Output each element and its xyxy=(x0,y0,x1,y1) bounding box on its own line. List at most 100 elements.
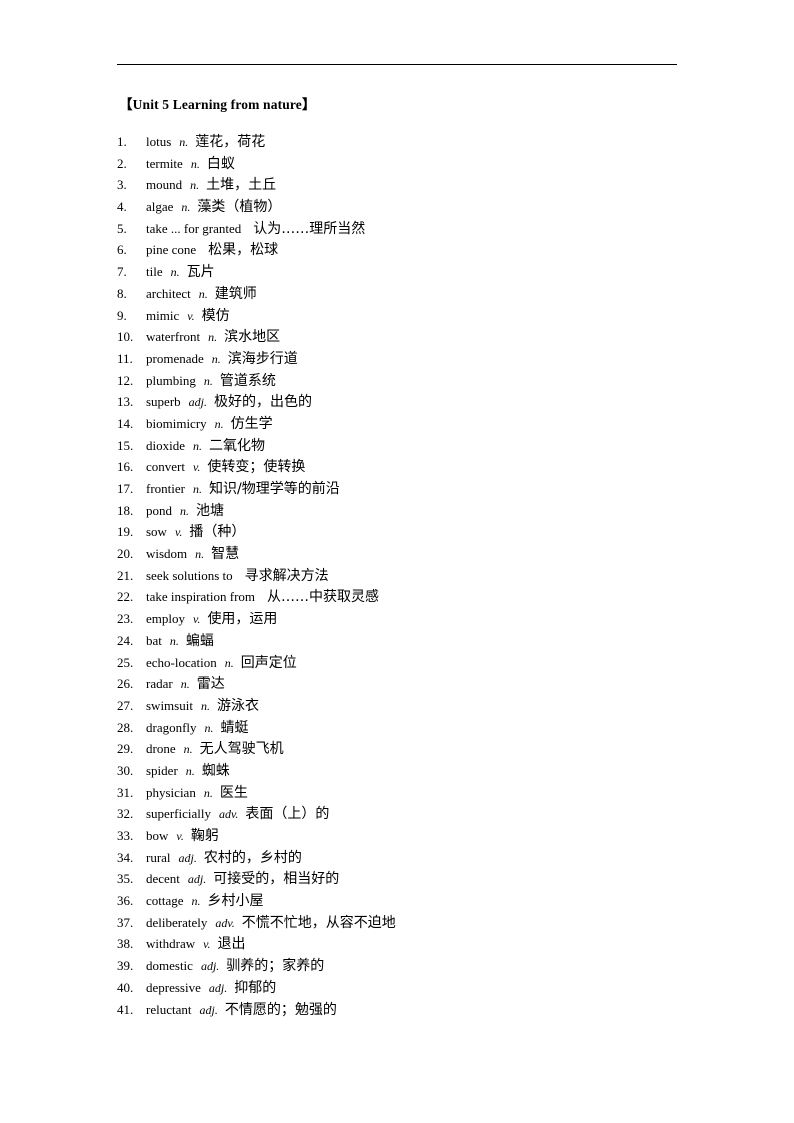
vocab-entry-part-of-speech: v. xyxy=(176,829,184,843)
vocab-entry-definition: 滨水地区 xyxy=(224,329,281,346)
vocab-entry-word: superb xyxy=(146,394,181,410)
vocab-entry-word: mound xyxy=(146,177,183,193)
vocab-entry: 28. dragonfly n. 蜻蜓 xyxy=(117,717,717,739)
vocab-entry: 22. take inspiration from 从……中获取灵感 xyxy=(117,586,717,608)
vocab-entry-number: 17. xyxy=(117,481,134,496)
vocab-entry-number: 19. xyxy=(117,524,134,540)
vocab-entry-part-of-speech: n. xyxy=(181,200,191,215)
vocab-entry: 5. take ... for granted 认为……理所当然 xyxy=(117,218,717,240)
vocab-entry-definition: 使转变；使转换 xyxy=(207,459,306,476)
vocabulary-list: 1. lotus n. 莲花，荷花 2. termite n. 白蚁 3. mound n. 土堆，土… xyxy=(117,131,717,1020)
vocab-entry-word: dioxide xyxy=(146,437,185,453)
vocab-entry-part-of-speech: adj. xyxy=(199,1002,218,1017)
vocab-entry-part-of-speech: v. xyxy=(187,308,195,323)
vocab-entry: 38. withdraw v. 退出 xyxy=(117,933,717,955)
vocab-entry-word: promenade xyxy=(146,350,204,366)
vocab-entry-number: 15. xyxy=(117,437,134,453)
vocab-entry-definition: 土堆，土丘 xyxy=(206,177,277,194)
vocab-entry-part-of-speech: adj. xyxy=(188,395,208,410)
vocab-entry-definition: 松果，松球 xyxy=(208,242,279,259)
vocab-entry: 31. physician n. 医生 xyxy=(117,782,717,804)
vocab-entry-number: 40. xyxy=(117,979,134,995)
vocab-entry-word: wisdom xyxy=(146,546,188,562)
vocab-entry-word: superficially xyxy=(146,806,211,822)
vocab-entry-part-of-speech: v. xyxy=(193,612,201,627)
vocab-entry-definition: 不情愿的；勉强的 xyxy=(224,1001,337,1018)
vocab-entry: 39. domestic adj. 驯养的；家养的 xyxy=(117,955,717,977)
vocab-entry: 19. sow v. 播（种） xyxy=(117,521,717,543)
vocab-entry-part-of-speech: n. xyxy=(208,330,218,345)
vocab-entry: 15. dioxide n. 二氧化物 xyxy=(117,435,717,457)
vocab-entry: 10. waterfront n. 滨水地区 xyxy=(117,326,717,348)
vocab-entry-part-of-speech: adv. xyxy=(215,915,235,930)
vocab-entry-word: deliberately xyxy=(146,914,208,930)
unit-title: 【Unit 5 Learning from nature】 xyxy=(119,97,316,112)
vocab-entry-number: 31. xyxy=(117,784,134,800)
vocab-entry-part-of-speech: v. xyxy=(203,937,211,952)
vocab-entry-definition: 游泳衣 xyxy=(216,697,259,714)
vocab-entry-number: 23. xyxy=(117,611,134,627)
vocab-entry-definition: 瓦片 xyxy=(186,264,215,281)
vocab-entry-number: 32. xyxy=(117,806,134,822)
vocab-entry-word: pine cone xyxy=(146,242,197,258)
vocab-entry-word: tile xyxy=(146,264,163,280)
vocab-entry-part-of-speech: n. xyxy=(169,633,179,648)
document-page: 【Unit 5 Learning from nature】 1. lotus n. 莲… xyxy=(0,0,794,1123)
vocab-entry-number: 14. xyxy=(117,415,134,431)
vocab-entry: 35. decent adj. 可接受的，相当好的 xyxy=(117,868,717,890)
vocab-entry-part-of-speech: n. xyxy=(185,763,195,778)
vocab-entry-part-of-speech: adj. xyxy=(208,980,228,995)
vocab-entry-part-of-speech: v. xyxy=(192,460,201,475)
vocab-entry-definition: 二氧化物 xyxy=(209,437,265,454)
vocab-entry: 13. superb adj. 极好的，出色的 xyxy=(117,391,717,413)
vocab-entry-word: depressive xyxy=(146,979,201,995)
vocab-entry: 16. convert v. 使转变；使转换 xyxy=(117,456,717,478)
vocab-entry-definition: 表面（上）的 xyxy=(245,806,330,823)
vocab-entry-definition: 寻求解决方法 xyxy=(244,567,329,584)
vocab-entry: 3. mound n. 土堆，土丘 xyxy=(117,174,717,196)
vocab-entry-number: 2. xyxy=(117,155,127,171)
vocab-entry-definition: 极好的，出色的 xyxy=(214,394,313,411)
vocab-entry-part-of-speech: n. xyxy=(200,698,210,713)
vocab-entry-number: 35. xyxy=(117,871,134,887)
vocab-entry-definition: 滨海步行道 xyxy=(227,350,298,367)
vocab-entry-part-of-speech: n. xyxy=(180,677,190,692)
vocab-entry-word: reluctant xyxy=(146,1001,192,1017)
vocab-entry-word: mimic xyxy=(146,307,180,323)
vocab-entry-part-of-speech: n. xyxy=(203,373,213,388)
vocab-entry: 30. spider n. 蜘蛛 xyxy=(117,760,717,782)
vocab-entry-word: dragonfly xyxy=(146,719,197,735)
header-divider-rule xyxy=(117,64,677,65)
vocab-entry-definition: 知识/物理学等的前沿 xyxy=(208,481,340,497)
vocab-entry-part-of-speech: v. xyxy=(174,525,183,540)
vocab-entry-part-of-speech: adv. xyxy=(218,807,239,822)
vocab-entry-word: architect xyxy=(146,285,191,301)
vocab-entry: 41. reluctant adj. 不情愿的；勉强的 xyxy=(117,999,717,1021)
vocab-entry-word: seek solutions to xyxy=(146,567,233,583)
vocab-entry: 34. rural adj. 农村的，乡村的 xyxy=(117,847,717,869)
vocab-entry-word: radar xyxy=(146,676,173,692)
vocab-entry-number: 39. xyxy=(117,958,134,974)
vocab-entry-number: 12. xyxy=(117,372,134,388)
vocab-entry-part-of-speech: n. xyxy=(180,503,189,518)
vocab-entry-part-of-speech: n. xyxy=(170,265,180,280)
vocab-entry-number: 25. xyxy=(117,654,134,670)
vocab-entry-word: waterfront xyxy=(146,329,201,345)
vocab-entry-part-of-speech: adj. xyxy=(200,959,220,974)
vocab-entry-number: 28. xyxy=(117,719,134,735)
vocab-entry-part-of-speech: n. xyxy=(211,351,221,366)
vocab-entry-number: 3. xyxy=(117,177,127,193)
vocab-entry-definition: 抑郁的 xyxy=(234,979,277,996)
vocab-entry: 9. mimic v. 模仿 xyxy=(117,305,717,327)
vocab-entry-definition: 医生 xyxy=(219,784,248,801)
vocab-entry-definition: 建筑师 xyxy=(214,285,257,302)
vocab-entry-word: biomimicry xyxy=(146,415,207,431)
vocab-entry-definition: 可接受的，相当好的 xyxy=(213,871,340,888)
vocab-entry: 1. lotus n. 莲花，荷花 xyxy=(117,131,717,153)
vocab-entry: 29. drone n. 无人驾驶飞机 xyxy=(117,738,717,760)
vocab-entry-word: drone xyxy=(146,741,176,757)
vocab-entry: 21. seek solutions to 寻求解决方法 xyxy=(117,565,717,587)
vocab-entry-word: plumbing xyxy=(146,372,196,388)
vocab-entry-part-of-speech: adj. xyxy=(178,850,197,865)
vocab-entry-part-of-speech: n. xyxy=(193,438,202,453)
